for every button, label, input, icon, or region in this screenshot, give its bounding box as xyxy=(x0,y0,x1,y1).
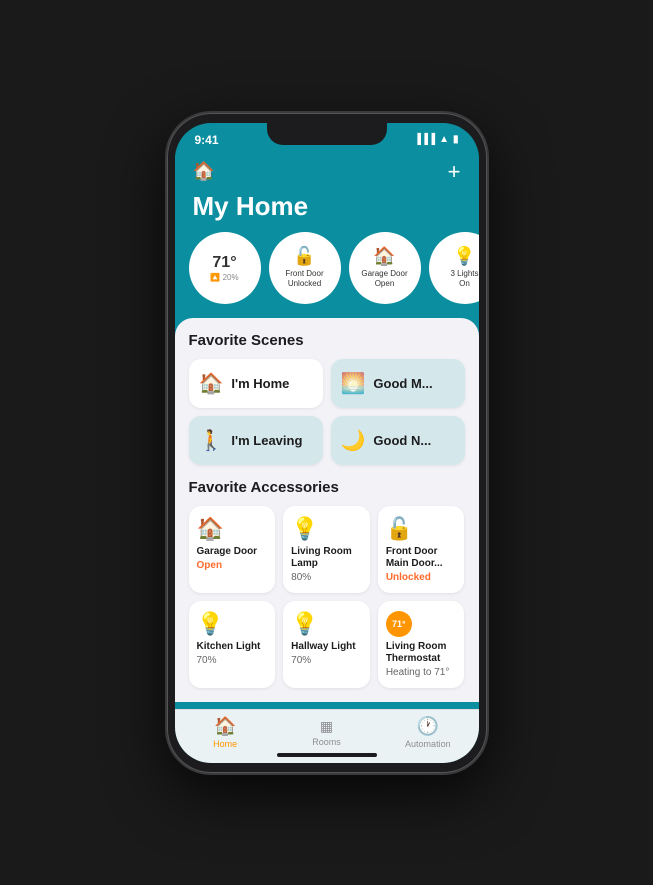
acc-front-door[interactable]: 🔓 Front Door Main Door... Unlocked xyxy=(378,506,465,593)
thermostat-badge: 71° xyxy=(386,611,412,637)
humidity-value: 🔼 20% xyxy=(210,273,238,282)
battery-icon: ▮ xyxy=(453,134,459,145)
lights-label: 3 LightsOn xyxy=(450,269,478,288)
main-scroll[interactable]: 🏠 + My Home 71° 🔼 20% 🔓 Front DoorUnlock… xyxy=(175,151,479,709)
header: 🏠 + xyxy=(175,151,479,191)
scenes-section-title: Favorite Scenes xyxy=(189,332,465,349)
scenes-grid: 🏠 I'm Home 🌅 Good M... 🚶 I'm Leaving xyxy=(189,359,465,465)
acc-living-lamp[interactable]: 💡 Living Room Lamp 80% xyxy=(283,506,370,593)
scene-home-icon: 🏠 xyxy=(199,371,224,396)
acc-hallway-icon: 💡 xyxy=(291,611,362,637)
wifi-icon: ▲ xyxy=(439,134,449,145)
tab-rooms[interactable]: ▦ Rooms xyxy=(299,718,354,747)
accessories-section-title: Favorite Accessories xyxy=(189,479,465,496)
phone-screen: 9:41 ▐▐▐ ▲ ▮ 🏠 + My Home 71° xyxy=(175,123,479,763)
acc-kitchen-name: Kitchen Light xyxy=(197,641,268,653)
status-row: 71° 🔼 20% 🔓 Front DoorUnlocked 🏠 Garage … xyxy=(175,232,479,318)
scene-night-icon: 🌙 xyxy=(341,428,366,453)
scene-morning-icon: 🌅 xyxy=(341,371,366,396)
accessories-grid: 🏠 Garage Door Open 💡 Living Room Lamp 80… xyxy=(189,506,465,688)
acc-lamp-name: Living Room Lamp xyxy=(291,546,362,570)
status-time: 9:41 xyxy=(195,133,219,147)
temp-status-circle[interactable]: 71° 🔼 20% xyxy=(189,232,261,304)
acc-hallway-name: Hallway Light xyxy=(291,641,362,653)
tab-home-icon: 🏠 xyxy=(214,716,236,737)
garage-door-circle[interactable]: 🏠 Garage DoorOpen xyxy=(349,232,421,304)
lights-icon: 💡 xyxy=(453,246,475,267)
tab-home[interactable]: 🏠 Home xyxy=(198,716,253,749)
scene-home-label: I'm Home xyxy=(231,376,289,391)
acc-thermostat-name: Living Room Thermostat xyxy=(386,641,457,665)
acc-hallway-status: 70% xyxy=(291,655,362,666)
temp-value: 71° xyxy=(212,254,236,272)
scene-im-home[interactable]: 🏠 I'm Home xyxy=(189,359,323,408)
acc-garage-door[interactable]: 🏠 Garage Door Open xyxy=(189,506,276,593)
notch xyxy=(267,123,387,145)
acc-garage-icon: 🏠 xyxy=(197,516,268,542)
acc-kitchen-icon: 💡 xyxy=(197,611,268,637)
page-title: My Home xyxy=(175,191,479,232)
phone-frame: 9:41 ▐▐▐ ▲ ▮ 🏠 + My Home 71° xyxy=(167,113,487,773)
add-button[interactable]: + xyxy=(448,159,461,185)
white-section: Favorite Scenes 🏠 I'm Home 🌅 Good M... xyxy=(175,318,479,702)
front-door-icon: 🔓 xyxy=(293,246,315,267)
status-icons: ▐▐▐ ▲ ▮ xyxy=(414,134,459,145)
tab-rooms-label: Rooms xyxy=(312,737,341,747)
scene-good-night[interactable]: 🌙 Good N... xyxy=(331,416,465,465)
screen-content: 🏠 + My Home 71° 🔼 20% 🔓 Front DoorUnlock… xyxy=(175,151,479,763)
acc-thermostat-status: Heating to 71° xyxy=(386,667,457,678)
acc-kitchen-light[interactable]: 💡 Kitchen Light 70% xyxy=(189,601,276,688)
scene-leaving-icon: 🚶 xyxy=(199,428,224,453)
acc-door-name: Front Door Main Door... xyxy=(386,546,457,570)
scene-im-leaving[interactable]: 🚶 I'm Leaving xyxy=(189,416,323,465)
scene-morning-label: Good M... xyxy=(373,376,432,391)
header-home-icon[interactable]: 🏠 xyxy=(193,161,215,182)
acc-lamp-icon: 💡 xyxy=(291,516,362,542)
front-door-circle[interactable]: 🔓 Front DoorUnlocked xyxy=(269,232,341,304)
scene-night-label: Good N... xyxy=(373,433,431,448)
acc-hallway-light[interactable]: 💡 Hallway Light 70% xyxy=(283,601,370,688)
garage-door-label: Garage DoorOpen xyxy=(361,269,407,288)
scene-good-morning[interactable]: 🌅 Good M... xyxy=(331,359,465,408)
scene-leaving-label: I'm Leaving xyxy=(231,433,302,448)
tab-automation-label: Automation xyxy=(405,739,451,749)
tab-rooms-icon: ▦ xyxy=(320,718,333,735)
acc-garage-name: Garage Door xyxy=(197,546,268,558)
lights-circle[interactable]: 💡 3 LightsOn xyxy=(429,232,479,304)
tab-automation[interactable]: 🕐 Automation xyxy=(400,716,455,749)
tab-home-label: Home xyxy=(213,739,237,749)
tab-automation-icon: 🕐 xyxy=(417,716,439,737)
signal-icon: ▐▐▐ xyxy=(414,134,435,145)
garage-door-icon: 🏠 xyxy=(373,246,395,267)
acc-door-status: Unlocked xyxy=(386,572,457,583)
acc-lamp-status: 80% xyxy=(291,572,362,583)
acc-thermostat[interactable]: 71° Living Room Thermostat Heating to 71… xyxy=(378,601,465,688)
acc-kitchen-status: 70% xyxy=(197,655,268,666)
home-indicator xyxy=(277,753,377,757)
acc-door-icon: 🔓 xyxy=(386,516,457,542)
acc-garage-status: Open xyxy=(197,560,268,571)
front-door-label: Front DoorUnlocked xyxy=(285,269,323,288)
